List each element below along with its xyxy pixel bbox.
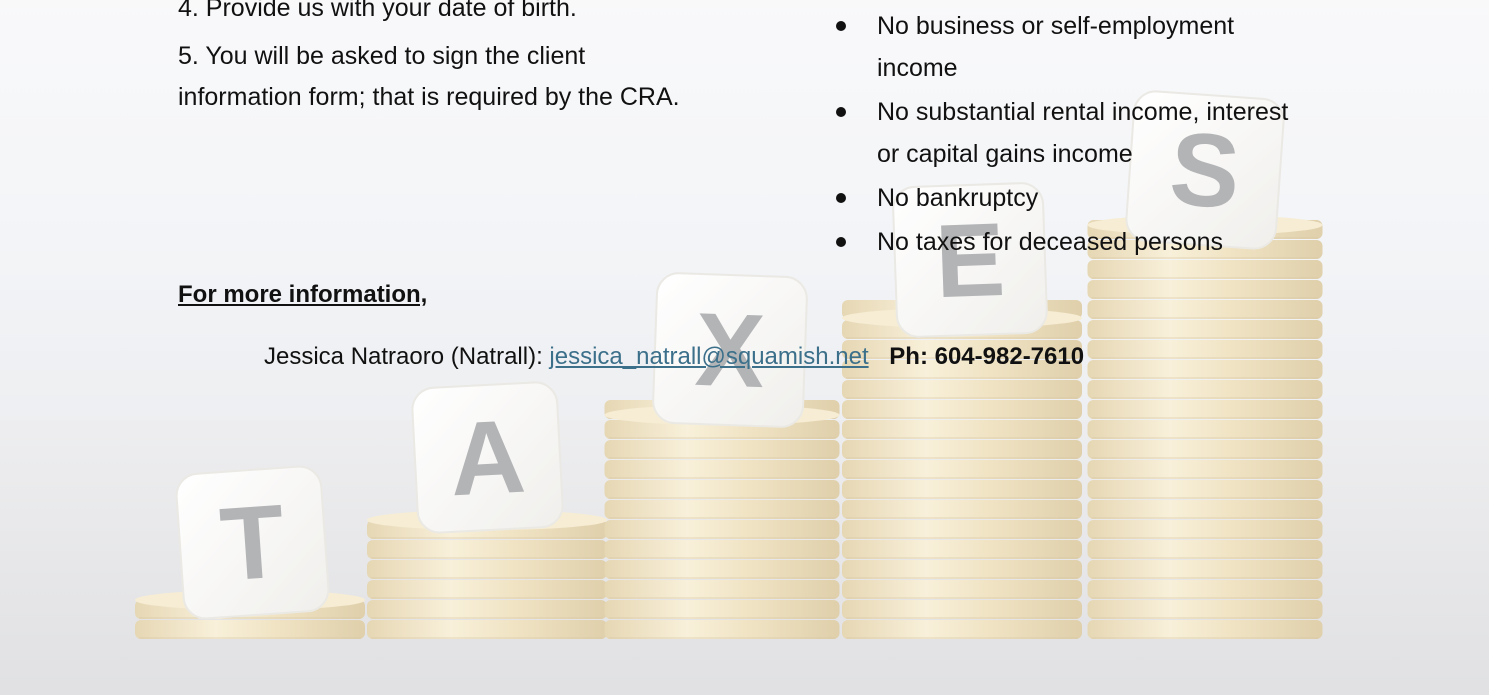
- list-item: No business or self-employment income: [836, 5, 1306, 89]
- email-link[interactable]: jessica_natrall@squamish.net: [549, 343, 868, 370]
- more-info-heading: For more information,: [178, 281, 428, 308]
- step-5-text: 5. You will be asked to sign the client …: [178, 42, 680, 111]
- list-item: No taxes for deceased persons: [836, 221, 1306, 263]
- list-item: No bankruptcy: [836, 177, 1306, 219]
- list-item: No substantial rental income, interest o…: [836, 91, 1306, 175]
- exclusions-list: No business or self-employment income No…: [836, 5, 1306, 265]
- bullet-icon: [836, 107, 846, 117]
- bullet-icon: [836, 237, 846, 247]
- step-4-text: 4. Provide us with your date of birth.: [178, 0, 577, 22]
- bullet-icon: [836, 193, 846, 203]
- document-page: 4. Provide us with your date of birth. 5…: [0, 0, 1489, 695]
- bullet-icon: [836, 21, 846, 31]
- contact-line: Jessica Natraoro (Natrall): jessica_natr…: [264, 340, 1084, 374]
- contact-name: Jessica Natraoro (Natrall):: [264, 343, 543, 370]
- phone-number: Ph: 604-982-7610: [889, 343, 1085, 370]
